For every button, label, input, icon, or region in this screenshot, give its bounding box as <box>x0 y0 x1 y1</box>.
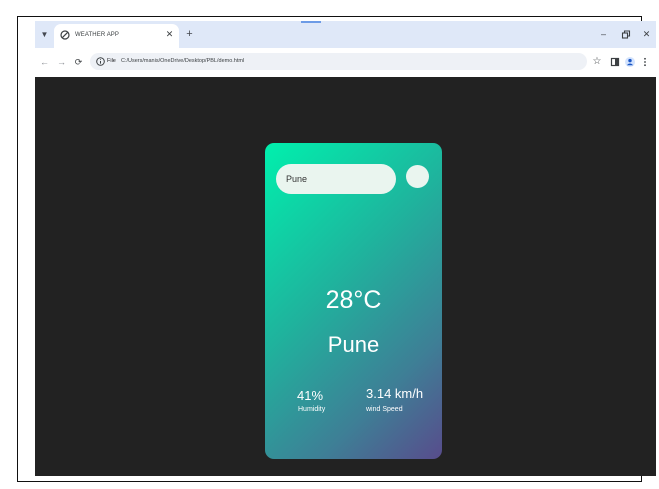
search-button[interactable] <box>406 165 429 188</box>
wind-speed-value: 3.14 km/h <box>366 386 424 401</box>
close-icon[interactable]: ✕ <box>640 28 653 41</box>
forward-icon[interactable]: → <box>55 56 68 69</box>
plus-icon[interactable]: + <box>183 28 196 41</box>
humidity-value: 41% <box>297 388 324 403</box>
browser-toolbar: ← → ⟳ File C:/Users/manis/OneDrive/Deskt… <box>35 48 656 77</box>
restore-icon[interactable] <box>619 28 632 41</box>
tab-title: WEATHER APP <box>75 32 119 38</box>
tab-strip-indicator <box>301 21 321 23</box>
city-search-input[interactable] <box>276 164 396 194</box>
profile-icon[interactable] <box>624 56 636 68</box>
globe-icon <box>60 30 70 40</box>
minimize-icon[interactable]: – <box>597 28 610 41</box>
info-icon[interactable] <box>96 57 105 66</box>
reload-icon[interactable]: ⟳ <box>72 56 85 69</box>
scheme-label: File <box>107 58 116 64</box>
humidity-label: Humidity <box>298 406 326 413</box>
kebab-menu-icon[interactable] <box>639 56 651 68</box>
city-name: Pune <box>327 332 380 357</box>
temperature-value: 28°C <box>325 286 382 314</box>
tab-bar: ▼ WEATHER APP ✕ + – ✕ <box>35 21 656 48</box>
wind-speed-label: wind Speed <box>366 406 403 413</box>
back-icon[interactable]: ← <box>38 56 51 69</box>
url-text[interactable]: C:/Users/manis/OneDrive/Desktop/PBL/demo… <box>121 56 244 67</box>
figure-frame: ▼ WEATHER APP ✕ + – ✕ ← → ⟳ File C:/User… <box>17 16 656 482</box>
weather-card: 28°C Pune 41% Humidity 3.14 km/h wind Sp… <box>265 143 442 459</box>
chevron-down-icon[interactable]: ▼ <box>38 28 51 41</box>
star-icon[interactable]: ☆ <box>591 56 603 68</box>
sidebar-icon[interactable] <box>609 56 621 68</box>
close-icon[interactable]: ✕ <box>164 29 175 40</box>
page-viewport: 28°C Pune 41% Humidity 3.14 km/h wind Sp… <box>35 77 656 476</box>
tab-weather-app[interactable]: WEATHER APP ✕ <box>54 24 179 48</box>
address-bar[interactable]: File C:/Users/manis/OneDrive/Desktop/PBL… <box>90 53 587 70</box>
browser-window: ▼ WEATHER APP ✕ + – ✕ ← → ⟳ File C:/User… <box>35 21 656 476</box>
